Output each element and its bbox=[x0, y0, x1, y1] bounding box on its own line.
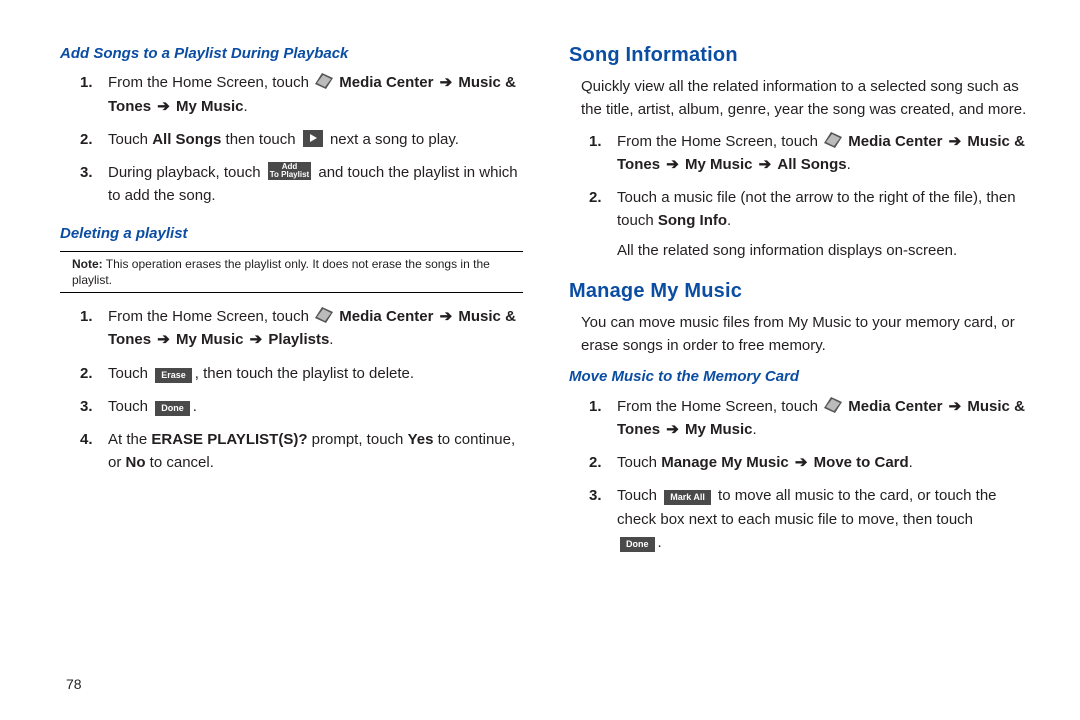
done-icon: Done bbox=[620, 537, 655, 552]
list-item: During playback, touch AddTo Playlist an… bbox=[108, 161, 523, 208]
media-center-icon bbox=[824, 132, 842, 148]
erase-icon: Erase bbox=[155, 368, 192, 383]
text-bold: Move to Card bbox=[814, 454, 909, 471]
text: . bbox=[909, 454, 913, 471]
text: Touch bbox=[108, 398, 152, 415]
list-item: Touch Manage My Music ➔ Move to Card. bbox=[617, 451, 1032, 474]
path-seg: Playlists bbox=[268, 331, 329, 348]
text: During playback, touch bbox=[108, 164, 265, 181]
text: . bbox=[193, 398, 197, 415]
list-item: Touch Done. bbox=[108, 395, 523, 418]
list-item: From the Home Screen, touch Media Center… bbox=[108, 305, 523, 352]
arrow-icon: ➔ bbox=[155, 98, 172, 115]
right-column: Song Information Quickly view all the re… bbox=[569, 40, 1032, 568]
arrow-icon: ➔ bbox=[438, 308, 455, 325]
text: From the Home Screen, touch bbox=[108, 74, 313, 91]
path-seg: Media Center bbox=[339, 308, 433, 325]
text: At the bbox=[108, 431, 151, 448]
note-block: Note: This operation erases the playlist… bbox=[60, 251, 523, 293]
media-center-icon bbox=[315, 73, 333, 89]
text-bold: All Songs bbox=[152, 131, 221, 148]
mark-all-icon: Mark All bbox=[664, 490, 711, 505]
text-bold: ERASE PLAYLIST(S)? bbox=[151, 431, 307, 448]
text: , then touch the playlist to delete. bbox=[195, 365, 414, 382]
text-bold: Song Info bbox=[658, 212, 727, 229]
delete-playlist-steps: From the Home Screen, touch Media Center… bbox=[60, 305, 523, 475]
heading-deleting-playlist: Deleting a playlist bbox=[60, 222, 523, 245]
list-item: Touch a music file (not the arrow to the… bbox=[617, 186, 1032, 262]
path-seg: My Music bbox=[685, 421, 753, 438]
path-seg: All Songs bbox=[777, 156, 846, 173]
list-item: From the Home Screen, touch Media Center… bbox=[108, 71, 523, 118]
heading-manage-my-music: Manage My Music bbox=[569, 276, 1032, 307]
text: then touch bbox=[221, 131, 299, 148]
list-item: At the ERASE PLAYLIST(S)? prompt, touch … bbox=[108, 428, 523, 475]
path-seg: My Music bbox=[685, 156, 753, 173]
path-seg: Media Center bbox=[848, 398, 942, 415]
text: Touch bbox=[108, 365, 152, 382]
text: All the related song information display… bbox=[617, 239, 1032, 262]
left-column: Add Songs to a Playlist During Playback … bbox=[60, 40, 523, 568]
heading-add-songs: Add Songs to a Playlist During Playback bbox=[60, 42, 523, 65]
path-seg: Media Center bbox=[339, 74, 433, 91]
heading-move-music: Move Music to the Memory Card bbox=[569, 365, 1032, 388]
song-info-steps: From the Home Screen, touch Media Center… bbox=[569, 130, 1032, 262]
path-seg: My Music bbox=[176, 331, 244, 348]
arrow-icon: ➔ bbox=[664, 156, 681, 173]
text-bold: No bbox=[126, 454, 146, 471]
list-item: Touch Erase, then touch the playlist to … bbox=[108, 362, 523, 385]
heading-song-information: Song Information bbox=[569, 40, 1032, 71]
page-number: 78 bbox=[66, 674, 82, 696]
text: Touch bbox=[617, 454, 661, 471]
path-seg: Media Center bbox=[848, 133, 942, 150]
list-item: From the Home Screen, touch Media Center… bbox=[617, 395, 1032, 442]
note-text: This operation erases the playlist only.… bbox=[72, 257, 490, 287]
done-icon: Done bbox=[155, 401, 190, 416]
add-songs-steps: From the Home Screen, touch Media Center… bbox=[60, 71, 523, 207]
arrow-icon: ➔ bbox=[438, 74, 455, 91]
text: From the Home Screen, touch bbox=[108, 308, 313, 325]
text: prompt, touch bbox=[308, 431, 408, 448]
arrow-icon: ➔ bbox=[155, 331, 172, 348]
text: Touch bbox=[617, 487, 661, 504]
arrow-icon: ➔ bbox=[793, 454, 810, 471]
text: Touch bbox=[108, 131, 152, 148]
text: to cancel. bbox=[146, 454, 214, 471]
text-bold: Yes bbox=[408, 431, 434, 448]
move-music-steps: From the Home Screen, touch Media Center… bbox=[569, 395, 1032, 555]
arrow-icon: ➔ bbox=[947, 398, 964, 415]
media-center-icon bbox=[315, 307, 333, 323]
text: . bbox=[727, 212, 731, 229]
arrow-icon: ➔ bbox=[248, 331, 265, 348]
list-item: Touch All Songs then touch next a song t… bbox=[108, 128, 523, 151]
note-label: Note: bbox=[72, 257, 103, 271]
paragraph: Quickly view all the related information… bbox=[569, 75, 1032, 122]
play-icon bbox=[303, 130, 323, 147]
path-seg: My Music bbox=[176, 98, 244, 115]
manual-page: Add Songs to a Playlist During Playback … bbox=[0, 0, 1080, 588]
text: . bbox=[658, 534, 662, 551]
list-item: Touch Mark All to move all music to the … bbox=[617, 484, 1032, 554]
text: next a song to play. bbox=[326, 131, 459, 148]
list-item: From the Home Screen, touch Media Center… bbox=[617, 130, 1032, 177]
arrow-icon: ➔ bbox=[664, 421, 681, 438]
text: From the Home Screen, touch bbox=[617, 398, 822, 415]
arrow-icon: ➔ bbox=[947, 133, 964, 150]
add-to-playlist-icon: AddTo Playlist bbox=[268, 162, 311, 181]
arrow-icon: ➔ bbox=[757, 156, 774, 173]
media-center-icon bbox=[824, 397, 842, 413]
text: From the Home Screen, touch bbox=[617, 133, 822, 150]
text-bold: Manage My Music bbox=[661, 454, 789, 471]
paragraph: You can move music files from My Music t… bbox=[569, 311, 1032, 358]
